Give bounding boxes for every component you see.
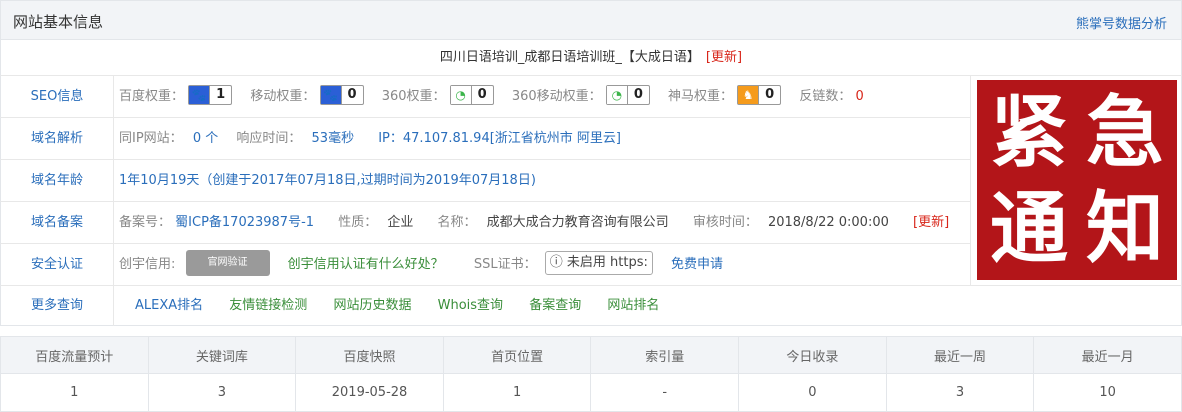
domain-age-value[interactable]: 1年10月19天（创建于2017年07月18日,过期时间为2019年07月18日…	[119, 160, 536, 202]
baidu-weight-value: 1	[209, 86, 231, 104]
mobile-weight-badge[interactable]: 🐾 0	[319, 85, 364, 105]
w360m-weight-label: 360移动权重：	[511, 89, 602, 104]
stats-header-row: 百度流量预计 关键词库 百度快照 首页位置 索引量 今日收录 最近一周 最近一月	[0, 336, 1182, 374]
stats-value-row: 1 3 2019-05-28 1 - 0 3 10	[0, 373, 1182, 412]
icp-audit-value: 2018/8/22 0:00:00	[767, 215, 889, 230]
security-label: 安全认证	[1, 244, 114, 286]
last-week-value[interactable]: 3	[885, 373, 1035, 412]
360-ring-icon: ◔	[450, 86, 471, 104]
baidu-weight-label: 百度权重：	[119, 89, 185, 104]
domain-age-label: 域名年龄	[1, 160, 114, 202]
response-time-value: 53毫秒	[311, 131, 355, 146]
seo-row: SEO信息 百度权重： 🐾 1 移动权重： 🐾 0 360权重： ◔ 0 360移动权…	[0, 76, 970, 118]
security-row: 安全认证 创宇信用: 官网验证 创宇信用认证有什么好处？ SSL证书： ⓘ 未启…	[0, 244, 970, 286]
stats-header: 百度快照	[295, 336, 444, 374]
icp-nature-value: 企业	[387, 215, 414, 230]
360-ring-icon: ◔	[606, 86, 627, 104]
homepage-position-value: 1	[442, 373, 592, 412]
credit-label: 创宇信用:	[119, 257, 176, 272]
stats-header: 百度流量预计	[0, 336, 149, 374]
more-queries-row: 更多查询 ALEXA排名 友情链接检测 网站历史数据 Whois查询 备案查询 …	[0, 286, 1182, 326]
notice-char-2: 急	[1085, 88, 1164, 178]
shenma-weight-label: 神马权重：	[668, 89, 734, 104]
icp-audit-label: 审核时间：	[692, 215, 758, 230]
icp-nature-label: 性质：	[338, 215, 378, 230]
stats-header: 最近一月	[1033, 336, 1182, 374]
ssl-free-apply-link[interactable]: 免费申请	[671, 257, 723, 272]
stats-header: 首页位置	[442, 336, 592, 374]
more-queries-label: 更多查询	[1, 286, 114, 326]
stats-header: 关键词库	[147, 336, 297, 374]
mobile-weight-value: 0	[340, 86, 363, 104]
backlinks-value[interactable]: 0	[856, 89, 864, 104]
domain-age-row: 域名年龄 1年10月19天（创建于2017年07月18日,过期时间为2019年0…	[0, 160, 970, 202]
site-title-row: 四川日语培训_成都日语培训班_【大成日语】 [更新]	[0, 40, 1182, 76]
stats-header: 索引量	[590, 336, 740, 374]
site-title: 四川日语培训_成都日语培训班_【大成日语】	[439, 50, 700, 65]
ssl-status-text: 未启用 https:	[566, 255, 648, 270]
w360-weight-badge[interactable]: ◔ 0	[449, 85, 494, 105]
notice-char-1: 紧	[989, 88, 1068, 178]
ssl-status-box[interactable]: ⓘ 未启用 https:	[544, 251, 653, 275]
xiongzhang-analysis-link[interactable]: 熊掌号数据分析	[1076, 13, 1167, 32]
icp-name-value: 成都大成合力教育咨询有限公司	[486, 215, 669, 230]
panel-header: 网站基本信息 熊掌号数据分析	[0, 0, 1182, 40]
mobile-weight-label: 移动权重：	[250, 89, 316, 104]
baidu-snapshot-value: 2019-05-28	[295, 373, 444, 412]
friend-link-check-link[interactable]: 友情链接检测	[229, 298, 307, 313]
alexa-rank-link[interactable]: ALEXA排名	[135, 298, 203, 313]
index-count-value: -	[590, 373, 740, 412]
ssl-label: SSL证书：	[473, 257, 537, 272]
icp-content: 备案号： 蜀ICP备17023987号-1 性质： 企业 名称： 成都大成合力教…	[119, 202, 949, 244]
seo-content: 百度权重： 🐾 1 移动权重： 🐾 0 360权重： ◔ 0 360移动权重： ◔ 0 …	[119, 76, 864, 118]
baidu-paw-icon: 🐾	[189, 86, 210, 104]
w360m-weight-badge[interactable]: ◔ 0	[605, 85, 650, 105]
dns-label: 域名解析	[1, 118, 114, 160]
shenma-horse-icon: ♞	[738, 86, 759, 104]
w360-weight-label: 360权重：	[381, 89, 446, 104]
dns-row: 域名解析 同IP网站： 0 个 响应时间： 53毫秒 IP：47.107.81.…	[0, 118, 970, 160]
stats-header: 最近一周	[885, 336, 1035, 374]
same-ip-value[interactable]: 0 个	[193, 131, 218, 146]
icp-query-link[interactable]: 备案查询	[529, 298, 581, 313]
icp-label: 域名备案	[1, 202, 114, 244]
info-circle-icon: ⓘ	[549, 255, 563, 270]
security-content: 创宇信用: 官网验证 创宇信用认证有什么好处？ SSL证书： ⓘ 未启用 htt…	[119, 244, 723, 286]
panel-title: 网站基本信息	[13, 13, 104, 31]
stats-header: 今日收录	[738, 336, 887, 374]
w360m-weight-value: 0	[626, 86, 649, 104]
shenma-weight-value: 0	[758, 86, 780, 104]
icp-row: 域名备案 备案号： 蜀ICP备17023987号-1 性质： 企业 名称： 成都…	[0, 202, 970, 244]
notice-char-3: 通	[989, 184, 1068, 274]
icp-no-label: 备案号：	[119, 215, 172, 230]
shenma-weight-badge[interactable]: ♞ 0	[737, 85, 782, 105]
notice-column: 紧 急 通 知	[970, 76, 1182, 286]
stats-table: 百度流量预计 关键词库 百度快照 首页位置 索引量 今日收录 最近一周 最近一月…	[0, 336, 1182, 412]
emergency-notice-banner[interactable]: 紧 急 通 知	[977, 80, 1177, 280]
last-month-value: 10	[1033, 373, 1182, 412]
site-title-update-link[interactable]: [更新]	[706, 50, 742, 65]
baidu-weight-badge[interactable]: 🐾 1	[188, 85, 233, 105]
backlinks-label: 反链数：	[799, 89, 852, 104]
w360-weight-value: 0	[470, 86, 493, 104]
notice-char-4: 知	[1085, 184, 1164, 274]
baidu-paw-icon: 🐾	[320, 86, 341, 104]
dns-content: 同IP网站： 0 个 响应时间： 53毫秒 IP：47.107.81.94[浙江…	[119, 118, 621, 160]
whois-query-link[interactable]: Whois查询	[438, 298, 503, 313]
site-rank-link[interactable]: 网站排名	[607, 298, 659, 313]
response-time-label: 响应时间：	[236, 131, 302, 146]
official-verify-seal[interactable]: 官网验证	[185, 250, 270, 276]
keyword-count-value[interactable]: 3	[147, 373, 297, 412]
more-queries-links: ALEXA排名 友情链接检测 网站历史数据 Whois查询 备案查询 网站排名	[135, 286, 681, 326]
icp-update-link[interactable]: [更新]	[913, 215, 949, 230]
icp-name-label: 名称：	[437, 215, 477, 230]
seo-label: SEO信息	[1, 76, 114, 118]
icp-no-value[interactable]: 蜀ICP备17023987号-1	[175, 215, 314, 230]
ip-info-link[interactable]: IP：47.107.81.94[浙江省杭州市 阿里云]	[378, 131, 621, 146]
baidu-traffic-value[interactable]: 1	[0, 373, 149, 412]
today-indexed-value[interactable]: 0	[738, 373, 887, 412]
credit-benefit-link[interactable]: 创宇信用认证有什么好处？	[288, 257, 444, 272]
site-history-link[interactable]: 网站历史数据	[333, 298, 411, 313]
same-ip-label: 同IP网站：	[119, 131, 183, 146]
